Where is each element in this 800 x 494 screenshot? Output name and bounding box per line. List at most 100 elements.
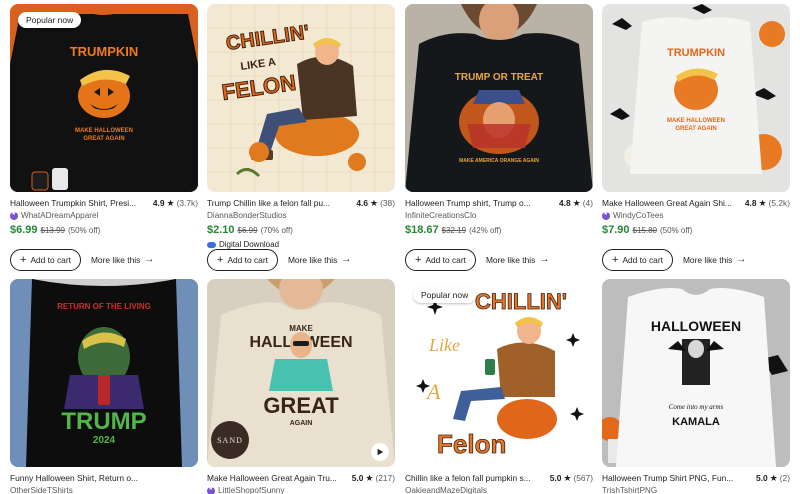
sale-price: $7.90 [602, 224, 630, 236]
add-to-cart-button[interactable]: + Add to cart [405, 249, 476, 271]
discount-percent: (50% off) [68, 226, 101, 235]
svg-text:HALLOWEEN: HALLOWEEN [651, 318, 741, 334]
more-like-this-label: More like this [90, 255, 141, 265]
shop-name[interactable]: LittleShopofSunny [218, 486, 284, 494]
shop-name-row[interactable]: TrishTshirtPNG [602, 485, 790, 494]
product-title[interactable]: Halloween Trumpkin Shirt, Presi... [10, 198, 153, 208]
chillin-felon-design-image: CHILLIN' LIKE A FELON [207, 4, 395, 192]
cloud-download-icon [207, 241, 216, 248]
product-card[interactable]: HALLOWEEN Come into my arms KAMALA Hallo… [602, 279, 790, 494]
shop-seal: SAND [211, 421, 249, 459]
discount-percent: (42% off) [469, 226, 502, 235]
shop-name[interactable]: WhatADreamApparel [21, 211, 98, 220]
star-icon: ★ [166, 197, 175, 208]
product-card[interactable]: CHILLIN' LIKE A FELON Trump Chillin like… [207, 4, 395, 271]
more-like-this-label: More like this [682, 255, 733, 265]
product-card[interactable]: CHILLIN' Like A Felon Popular now Chilli… [405, 279, 593, 494]
white-trumpkin-shirt-image: TRUMPKIN MAKE HALLOWEEN GREAT AGAIN [602, 4, 790, 192]
plus-icon: + [20, 253, 27, 266]
plus-icon: + [612, 253, 619, 266]
popular-now-badge: Popular now [18, 12, 82, 28]
more-like-this-link[interactable]: More like this → [287, 255, 351, 266]
svg-text:GREAT AGAIN: GREAT AGAIN [83, 136, 124, 142]
svg-text:GREAT: GREAT [263, 393, 339, 418]
add-to-cart-button[interactable]: + Add to cart [207, 249, 278, 271]
play-video-button[interactable] [371, 443, 389, 461]
svg-text:Felon: Felon [437, 429, 506, 459]
svg-text:MAKE HALLOWEEN: MAKE HALLOWEEN [667, 118, 725, 124]
star-seller-icon [602, 210, 610, 220]
shop-name-row[interactable]: OtherSideTShirts [10, 485, 198, 494]
product-card[interactable]: RETURN OF THE LIVING TRUMP 2024 Funny Ha… [10, 279, 198, 494]
plus-icon: + [415, 253, 422, 266]
more-like-this-label: More like this [287, 255, 338, 265]
svg-text:A: A [425, 379, 441, 404]
original-price: $32.19 [441, 226, 467, 235]
product-title[interactable]: Make Halloween Great Again Tru... [207, 473, 352, 483]
product-image[interactable]: TRUMP OR TREAT MAKE AMERICA ORANGE AGAIN [405, 4, 593, 192]
star-icon: ★ [365, 472, 374, 483]
star-icon: ★ [769, 472, 778, 483]
product-image[interactable]: TRUMPKIN MAKE HALLOWEEN GREAT AGAIN Popu… [10, 4, 198, 192]
shop-name-row[interactable]: DiannaBonderStudios [207, 210, 395, 221]
trumpkin-shirt-image: TRUMPKIN MAKE HALLOWEEN GREAT AGAIN [10, 4, 198, 192]
rating: 4.8 ★ (4) [559, 198, 593, 208]
add-to-cart-label: Add to cart [227, 255, 268, 265]
product-card[interactable]: TRUMP OR TREAT MAKE AMERICA ORANGE AGAIN… [405, 4, 593, 271]
rating: 5.0 ★ (217) [352, 473, 395, 483]
shop-name[interactable]: InfiniteCreationsClo [405, 211, 476, 220]
more-like-this-link[interactable]: More like this → [90, 255, 154, 266]
review-count: (567) [573, 473, 593, 483]
star-icon: ★ [758, 197, 767, 208]
product-title[interactable]: Chillin like a felon fall pumpkin s... [405, 473, 550, 483]
product-title[interactable]: Make Halloween Great Again Shi... [602, 198, 745, 208]
rating-value: 5.0 [756, 473, 768, 483]
product-card[interactable]: TRUMPKIN MAKE HALLOWEEN GREAT AGAIN Popu… [10, 4, 198, 271]
return-of-the-living-trump-shirt-image: RETURN OF THE LIVING TRUMP 2024 [10, 279, 198, 467]
price-row: $18.67 $32.19 (42% off) [405, 224, 593, 238]
star-seller-icon [10, 210, 18, 220]
rating: 5.0 ★ (2) [756, 473, 790, 483]
digital-download-label: Digital Download [219, 240, 280, 249]
shop-name[interactable]: OtherSideTShirts [10, 486, 73, 494]
shop-name-row[interactable]: WhatADreamApparel [10, 210, 198, 221]
product-image[interactable]: CHILLIN' LIKE A FELON [207, 4, 395, 192]
svg-text:CHILLIN': CHILLIN' [475, 289, 567, 314]
more-like-this-link[interactable]: More like this → [485, 255, 549, 266]
svg-text:TRUMP OR TREAT: TRUMP OR TREAT [455, 72, 544, 83]
shop-name-row[interactable]: LittleShopofSunny [207, 485, 395, 494]
product-image[interactable]: TRUMPKIN MAKE HALLOWEEN GREAT AGAIN [602, 4, 790, 192]
product-title[interactable]: Halloween Trump Shirt PNG, Fun... [602, 473, 756, 483]
price-row: $6.99 $13.99 (50% off) [10, 224, 198, 238]
shop-name[interactable]: OakieandMazeDigitals [405, 486, 487, 494]
product-image[interactable]: RETURN OF THE LIVING TRUMP 2024 [10, 279, 198, 467]
product-title[interactable]: Funny Halloween Shirt, Return o... [10, 473, 198, 483]
product-title[interactable]: Halloween Trump shirt, Trump o... [405, 198, 559, 208]
price-row: $7.90 $15.80 (50% off) [602, 224, 790, 238]
shop-name-row[interactable]: InfiniteCreationsClo [405, 210, 593, 221]
product-title[interactable]: Trump Chillin like a felon fall pu... [207, 198, 356, 208]
more-like-this-label: More like this [485, 255, 536, 265]
product-card[interactable]: MAKE HALLOWEEN GREAT AGAIN SAND Make Hal… [207, 279, 395, 494]
product-image[interactable]: HALLOWEEN Come into my arms KAMALA [602, 279, 790, 467]
shop-name[interactable]: WindyCoTees [613, 211, 664, 220]
shop-name-row[interactable]: OakieandMazeDigitals [405, 485, 593, 494]
popular-now-badge: Popular now [413, 287, 477, 303]
product-card[interactable]: TRUMPKIN MAKE HALLOWEEN GREAT AGAIN Make… [602, 4, 790, 271]
sale-price: $2.10 [207, 224, 235, 236]
add-to-cart-button[interactable]: + Add to cart [10, 249, 81, 271]
shop-name-row[interactable]: WindyCoTees [602, 210, 790, 221]
svg-text:KAMALA: KAMALA [672, 416, 720, 428]
product-image[interactable]: CHILLIN' Like A Felon Popular now [405, 279, 593, 467]
product-image[interactable]: MAKE HALLOWEEN GREAT AGAIN SAND [207, 279, 395, 467]
shop-name[interactable]: DiannaBonderStudios [207, 211, 287, 220]
trump-or-treat-shirt-image: TRUMP OR TREAT MAKE AMERICA ORANGE AGAIN [405, 4, 593, 192]
add-to-cart-button[interactable]: + Add to cart [602, 249, 673, 271]
price-row: $2.10 $6.99 (70% off) [207, 224, 395, 238]
come-into-my-arms-kamala-shirt-image: HALLOWEEN Come into my arms KAMALA [602, 279, 790, 467]
review-count: (2) [779, 473, 790, 483]
more-like-this-link[interactable]: More like this → [682, 255, 746, 266]
star-icon: ★ [572, 197, 581, 208]
shop-name[interactable]: TrishTshirtPNG [602, 486, 657, 494]
svg-text:AGAIN: AGAIN [290, 420, 313, 427]
